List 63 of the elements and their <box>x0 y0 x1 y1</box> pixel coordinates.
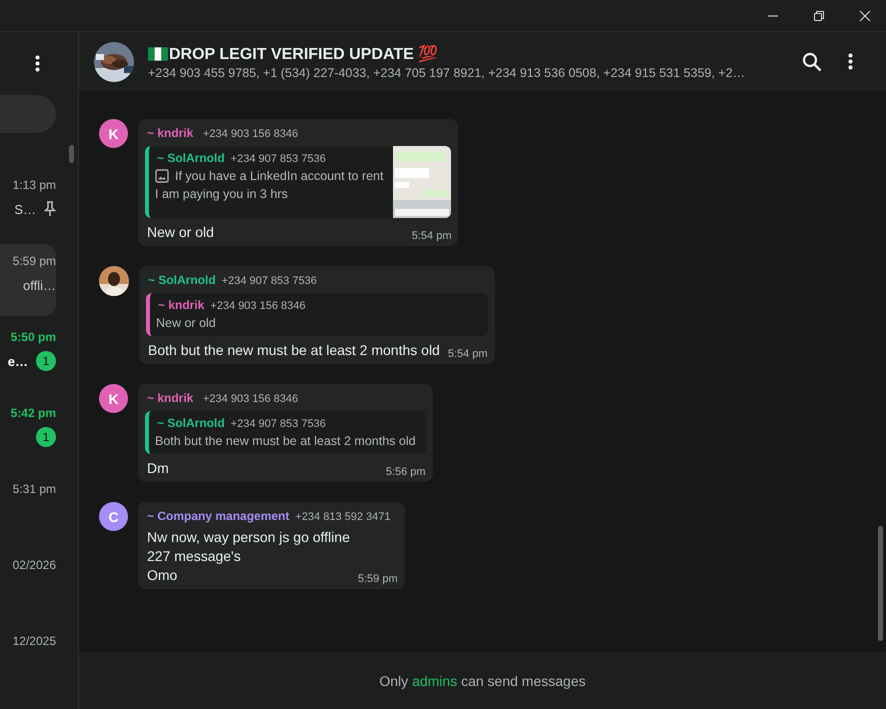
sender-phone: +234 907 853 7536 <box>230 418 326 430</box>
chat-time: 5:42 pm <box>10 406 56 420</box>
chat-item[interactable]: 1:13 pm S… <box>0 168 70 240</box>
sender-phone: +234 903 156 8346 <box>203 128 298 140</box>
chat-preview: offli… <box>23 278 56 292</box>
message-text: New or old <box>147 224 214 240</box>
sender-phone: +234 903 156 8346 <box>210 300 306 312</box>
member-list: +234 903 455 9785, +1 (534) 227-4033, +234 705 197 8921, +234 913 536 0508, +234 915 531 5359, +2… <box>148 66 794 80</box>
chat-item[interactable]: 12/2025 <box>0 624 70 696</box>
admins-only-notice: Only admins can send messages <box>379 672 586 688</box>
search-icon[interactable] <box>802 52 822 72</box>
chat-preview: e… <box>8 354 28 368</box>
quoted-message[interactable]: ~ SolArnold +234 907 853 7536 If you have a LinkedIn account to rent I am paying you in 3 hrs <box>145 146 452 218</box>
unread-badge: 1 <box>36 351 56 371</box>
restore-icon[interactable] <box>813 10 825 22</box>
chat-time: 12/2025 <box>12 634 56 648</box>
scrollbar[interactable] <box>878 526 883 641</box>
admins-link[interactable]: admins <box>412 672 458 688</box>
chat-item[interactable]: 5:31 pm <box>0 472 70 544</box>
sender-phone: +234 907 853 7536 <box>222 275 317 287</box>
message-time: 5:54 pm <box>412 230 452 242</box>
menu-icon[interactable] <box>848 53 853 70</box>
message-text: Dm <box>147 460 169 476</box>
scrollbar[interactable] <box>69 145 74 163</box>
message-time: 5:54 pm <box>448 348 488 360</box>
quoted-message[interactable]: ~ kndrik +234 903 156 8346 New or old <box>146 293 488 336</box>
chat-item[interactable]: 5:59 pm offli… <box>0 244 56 316</box>
sender-phone: +234 813 592 3471 <box>295 511 390 523</box>
chat-item[interactable]: 5:42 pm 1 <box>0 396 70 468</box>
chat-time: 5:31 pm <box>12 482 56 496</box>
sender-name[interactable]: ~ Company management <box>147 509 290 523</box>
message-text: Nw now, way person js go offline <box>147 529 350 545</box>
chat-title: DROP LEGIT VERIFIED UPDATE 💯 <box>169 44 438 64</box>
sender-name: ~ kndrik <box>158 298 204 312</box>
menu-icon[interactable] <box>35 55 40 72</box>
flag-icon <box>148 46 168 60</box>
chat-item[interactable]: 02/2026 <box>0 548 70 620</box>
sender-name[interactable]: ~ SolArnold <box>148 273 216 287</box>
sender-name: ~ SolArnold <box>157 416 225 430</box>
quoted-message[interactable]: ~ SolArnold +234 907 853 7536 Both but the new must be at least 2 months old <box>145 411 426 454</box>
message-text: Omo <box>147 567 178 583</box>
chat-time: 1:13 pm <box>12 178 56 192</box>
quoted-text: New or old <box>156 316 216 330</box>
chat-time: 5:50 pm <box>10 330 56 344</box>
message-text: Both but the new must be at least 2 months old <box>148 342 440 358</box>
sender-name: ~ SolArnold <box>157 151 225 165</box>
quoted-text: If you have a LinkedIn account to rent <box>175 169 384 183</box>
sender-name[interactable]: ~ kndrik <box>147 391 197 405</box>
chat-time: 5:59 pm <box>12 254 56 268</box>
chat-time: 02/2026 <box>12 558 56 572</box>
sender-phone: +234 903 156 8346 <box>203 393 298 405</box>
quoted-text: Both but the new must be at least 2 months old <box>155 434 416 448</box>
sender-name[interactable]: ~ kndrik <box>147 126 197 140</box>
quoted-text: I am paying you in 3 hrs <box>155 187 288 201</box>
unread-badge: 1 <box>36 427 56 447</box>
sender-phone: +234 907 853 7536 <box>230 153 326 165</box>
message-text: 227 message's <box>147 548 242 564</box>
message-time: 5:59 pm <box>358 573 398 585</box>
chat-item[interactable]: 5:50 pm e… 1 <box>0 320 70 392</box>
close-icon[interactable] <box>859 10 871 22</box>
chat-preview: S… <box>14 202 36 216</box>
image-icon <box>155 169 169 183</box>
message-time: 5:56 pm <box>386 466 426 478</box>
